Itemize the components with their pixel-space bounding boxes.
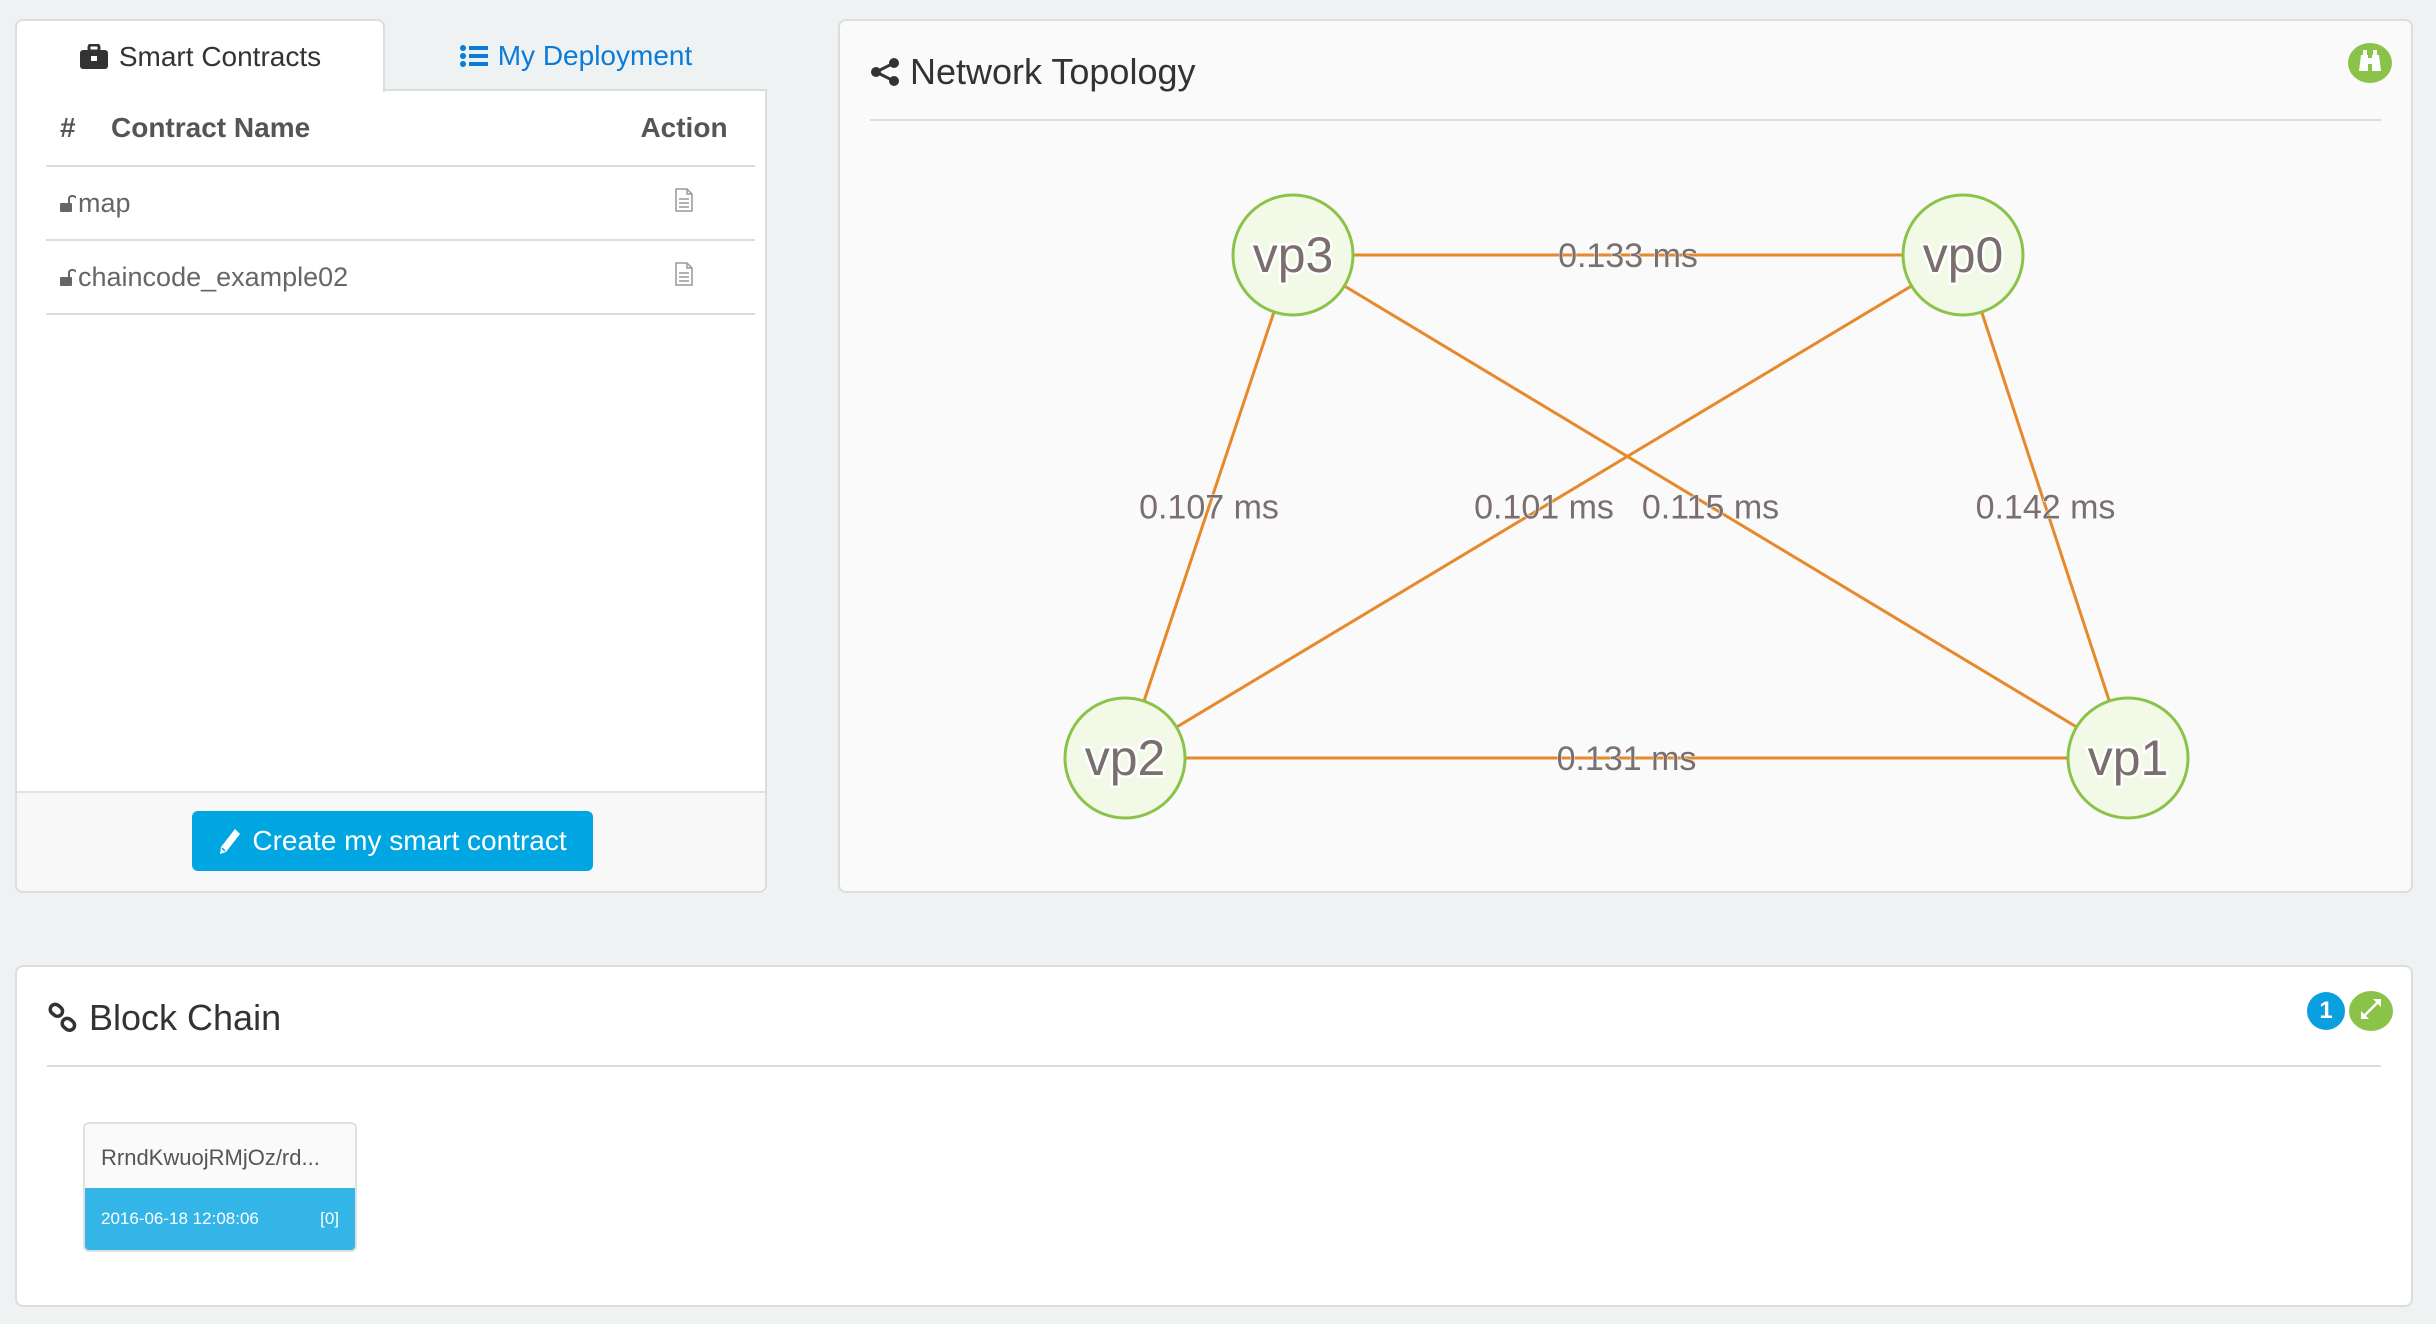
contract-name[interactable]: chaincode_example02 xyxy=(78,262,348,293)
contract-tabs: Smart Contracts My Deployment xyxy=(15,19,767,92)
table-row: map xyxy=(46,167,755,241)
create-button-label: Create my smart contract xyxy=(252,825,567,856)
create-smart-contract-button[interactable]: Create my smart contract xyxy=(192,811,593,871)
block-hash: RrndKwuojRMjOz/rd... xyxy=(101,1145,320,1170)
pencil-icon xyxy=(218,827,242,855)
tab-smart-contracts[interactable]: Smart Contracts xyxy=(15,19,385,92)
briefcase-icon xyxy=(79,43,109,70)
column-header-contract-name: Contract Name xyxy=(111,112,311,143)
panel-header: Block Chain xyxy=(47,997,281,1039)
edge-latency-label: 0.133 ms xyxy=(1558,237,1698,275)
node-vp1[interactable]: vp1 xyxy=(2066,696,2190,820)
tab-label: My Deployment xyxy=(497,39,693,71)
block-tx-count: [0] xyxy=(320,1209,339,1228)
edge-latency-label: 0.101 ms xyxy=(1474,489,1614,527)
block-card[interactable]: RrndKwuojRMjOz/rd... 2016-06-18 12:08:06… xyxy=(83,1122,357,1252)
network-topology-panel: Network Topology 0.133 ms 0.107 ms 0.101 m… xyxy=(838,19,2413,893)
smart-contracts-panel: # Contract Name Action map chaincode_exa… xyxy=(15,89,767,893)
contracts-table: # Contract Name Action map chaincode_exa… xyxy=(46,91,755,315)
column-header-action: Action xyxy=(640,112,728,143)
edge-latency-label: 0.107 ms xyxy=(1139,489,1279,527)
divider xyxy=(47,1065,2381,1067)
edge-latency-label: 0.115 ms xyxy=(1642,489,1779,527)
view-contract-button[interactable] xyxy=(635,261,755,293)
edge-latency-label: 0.142 ms xyxy=(1976,489,2116,527)
block-meta: 2016-06-18 12:08:06 [0] xyxy=(85,1188,355,1250)
panel-title: Block Chain xyxy=(89,997,282,1038)
unlock-icon xyxy=(60,193,76,213)
node-vp0[interactable]: vp0 xyxy=(1901,193,2025,317)
document-icon xyxy=(675,187,693,219)
contract-name[interactable]: map xyxy=(78,188,131,219)
node-vp2[interactable]: vp2 xyxy=(1063,696,1187,820)
block-count-badge: 1 xyxy=(2307,992,2345,1030)
table-header: # Contract Name Action xyxy=(46,91,755,167)
chain-link-icon xyxy=(47,1002,79,1034)
block-timestamp: 2016-06-18 12:08:06 xyxy=(101,1209,259,1228)
node-label: vp3 xyxy=(1253,227,1334,283)
panel-footer: Create my smart contract xyxy=(17,791,765,891)
expand-icon xyxy=(2360,998,2382,1025)
node-label: vp0 xyxy=(1923,227,2004,283)
node-vp3[interactable]: vp3 xyxy=(1231,193,1355,317)
column-header-number: # xyxy=(60,112,76,143)
block-chain-panel: Block Chain 1 RrndKwuojRMjOz/rd... 2016-… xyxy=(15,965,2413,1307)
document-icon xyxy=(675,261,693,293)
topology-graph: 0.133 ms 0.107 ms 0.101 ms 0.115 ms 0.142 ms… xyxy=(1063,193,2190,820)
edge-latency-label: 0.131 ms xyxy=(1557,740,1697,778)
table-row: chaincode_example02 xyxy=(46,241,755,315)
view-contract-button[interactable] xyxy=(635,187,755,219)
node-label: vp2 xyxy=(1085,730,1166,786)
expand-button[interactable] xyxy=(2349,991,2393,1031)
node-label: vp1 xyxy=(2088,730,2169,786)
tab-label: Smart Contracts xyxy=(118,40,322,72)
tab-my-deployment[interactable]: My Deployment xyxy=(385,19,767,92)
list-icon xyxy=(459,44,488,67)
unlock-icon xyxy=(60,267,76,287)
